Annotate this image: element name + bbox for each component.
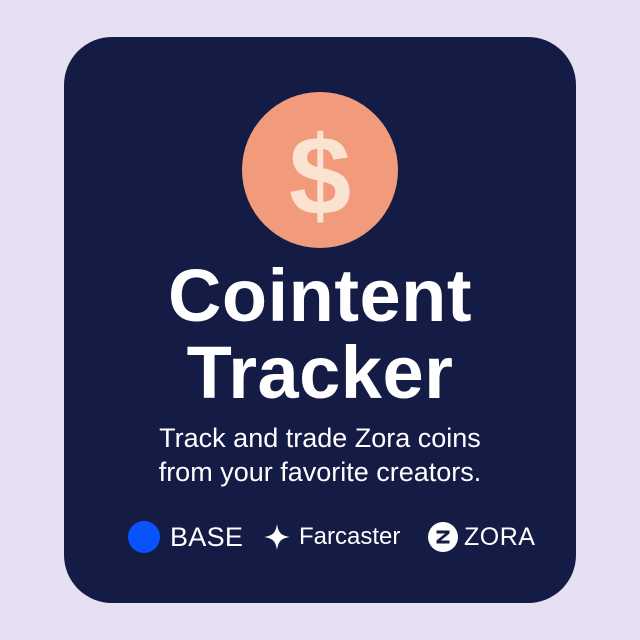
brand-label-farcaster: Farcaster [299, 523, 401, 550]
dollar-coin-icon: $ [242, 92, 398, 248]
tagline: Track and trade Zora coins from your fav… [64, 421, 576, 489]
tagline-line-2: from your favorite creators. [158, 457, 482, 487]
page-title-line-2: Tracker [186, 331, 454, 414]
base-dot-icon [128, 521, 160, 553]
promo-card: $ Cointent Tracker Track and trade Zora … [64, 37, 576, 603]
brand-farcaster: Farcaster [263, 519, 400, 555]
zora-z-icon [428, 522, 458, 552]
brand-label-base: BASE [170, 521, 244, 552]
tagline-line-1: Track and trade Zora coins [159, 423, 481, 453]
brand-base: BASE [128, 519, 243, 555]
brand-row: BASE Farcaster ZORA [64, 519, 576, 555]
dollar-symbol-text: $ [289, 113, 351, 238]
page-title-line-1: Cointent [167, 254, 473, 337]
brand-label-zora: ZORA [464, 522, 536, 551]
sparkle-icon [264, 524, 290, 550]
dollar-symbol: $ [289, 113, 351, 238]
brand-zora: ZORA [428, 519, 535, 555]
